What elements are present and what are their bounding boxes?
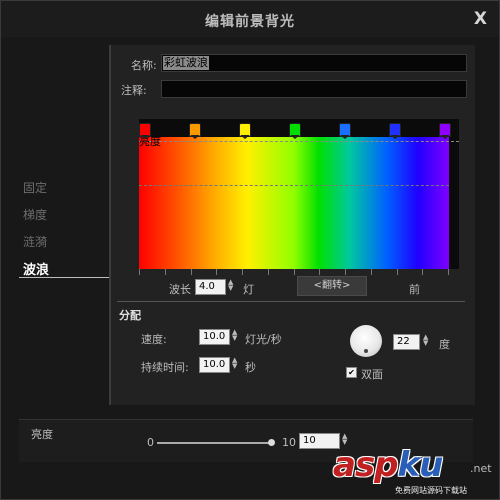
axis-tick <box>345 269 346 275</box>
color-stop-marker[interactable] <box>289 123 301 139</box>
close-icon[interactable]: X <box>474 9 487 29</box>
color-stop-marker[interactable] <box>439 123 451 139</box>
wavelength-label: 波长 <box>169 283 191 296</box>
angle-unit: 度 <box>439 338 450 351</box>
note-field[interactable] <box>161 80 467 98</box>
color-stop-marker[interactable] <box>189 123 201 139</box>
gradient-axis <box>139 269 449 277</box>
double-sided-label: 双面 <box>361 368 383 381</box>
speed-unit: 灯光/秒 <box>245 333 282 346</box>
name-field[interactable]: 彩虹波浪 <box>161 54 467 72</box>
sidebar-item-wave[interactable]: 波浪 <box>23 259 49 278</box>
color-stop-marker[interactable] <box>339 123 351 139</box>
brightness-label: 亮度 <box>31 428 53 441</box>
brightness-min-label: 0 <box>147 436 154 449</box>
axis-tick <box>319 269 320 275</box>
section-divider <box>117 301 465 302</box>
watermark-logo: aspku <box>333 445 443 485</box>
speed-input[interactable]: 10.0 <box>199 329 230 345</box>
direction-label: 前 <box>409 283 420 296</box>
sidebar-item-fixed[interactable]: 固定 <box>23 179 47 196</box>
wavelength-stepper[interactable]: ▲ ▼ <box>228 279 233 292</box>
name-label: 名称: <box>131 59 157 72</box>
editor-window: 编辑前景背光 X 固定 梯度 涟漪 波浪 名称: 彩虹波浪 注释: 亮度 波长 … <box>0 0 500 500</box>
distribution-heading: 分配 <box>119 309 141 322</box>
watermark-subtitle: 免费网站源码下载站 <box>395 486 467 495</box>
sidebar-item-gradient[interactable]: 梯度 <box>23 206 47 223</box>
axis-tick <box>422 269 423 275</box>
sidebar-item-ripple[interactable]: 涟漪 <box>23 233 47 250</box>
watermark-domain: .net <box>470 462 492 475</box>
axis-tick <box>397 269 398 275</box>
axis-tick <box>268 269 269 275</box>
wavelength-unit: 灯 <box>243 283 254 296</box>
color-stop-marker[interactable] <box>239 123 251 139</box>
angle-dial-indicator <box>364 349 368 353</box>
wavelength-input[interactable]: 4.0 <box>195 279 226 295</box>
brightness-slider-track[interactable] <box>157 442 273 444</box>
axis-tick <box>242 269 243 275</box>
max-brightness-line <box>139 141 459 142</box>
axis-tick <box>216 269 217 275</box>
axis-tick <box>139 269 140 275</box>
window-title: 编辑前景背光 <box>205 14 295 30</box>
duration-label: 持续时间: <box>141 361 189 374</box>
wave-midline <box>139 185 449 186</box>
wave-gradient-editor[interactable]: 亮度 <box>139 119 459 269</box>
angle-dial[interactable] <box>350 325 382 357</box>
axis-tick <box>448 269 449 275</box>
axis-tick <box>191 269 192 275</box>
color-stop-marker[interactable] <box>389 123 401 139</box>
sidebar-active-underline <box>19 277 111 278</box>
color-stop-marker[interactable] <box>139 123 151 139</box>
note-label: 注释: <box>121 84 147 97</box>
angle-input[interactable]: 22 <box>393 334 420 350</box>
speed-label: 速度: <box>141 333 167 346</box>
axis-tick <box>165 269 166 275</box>
axis-tick <box>294 269 295 275</box>
duration-unit: 秒 <box>245 361 256 374</box>
color-gradient <box>139 137 449 269</box>
brightness-stepper[interactable]: ▲ ▼ <box>342 433 347 446</box>
duration-stepper[interactable]: ▲ ▼ <box>232 357 237 370</box>
title-bar: 编辑前景背光 X <box>1 1 499 37</box>
angle-stepper[interactable]: ▲ ▼ <box>423 334 428 347</box>
brightness-max-label: 10 <box>282 436 296 449</box>
name-field-value: 彩虹波浪 <box>163 56 209 70</box>
wave-settings-panel: 名称: 彩虹波浪 注释: 亮度 波长 4.0 ▲ ▼ 灯 <翻转> 前 分配 速度… <box>109 45 475 405</box>
double-sided-checkbox[interactable]: ✔ <box>346 367 357 378</box>
duration-input[interactable]: 10.0 <box>199 357 230 373</box>
flip-button[interactable]: <翻转> <box>297 276 367 296</box>
speed-stepper[interactable]: ▲ ▼ <box>232 329 237 342</box>
axis-tick <box>371 269 372 275</box>
brightness-slider-thumb[interactable] <box>268 439 275 446</box>
